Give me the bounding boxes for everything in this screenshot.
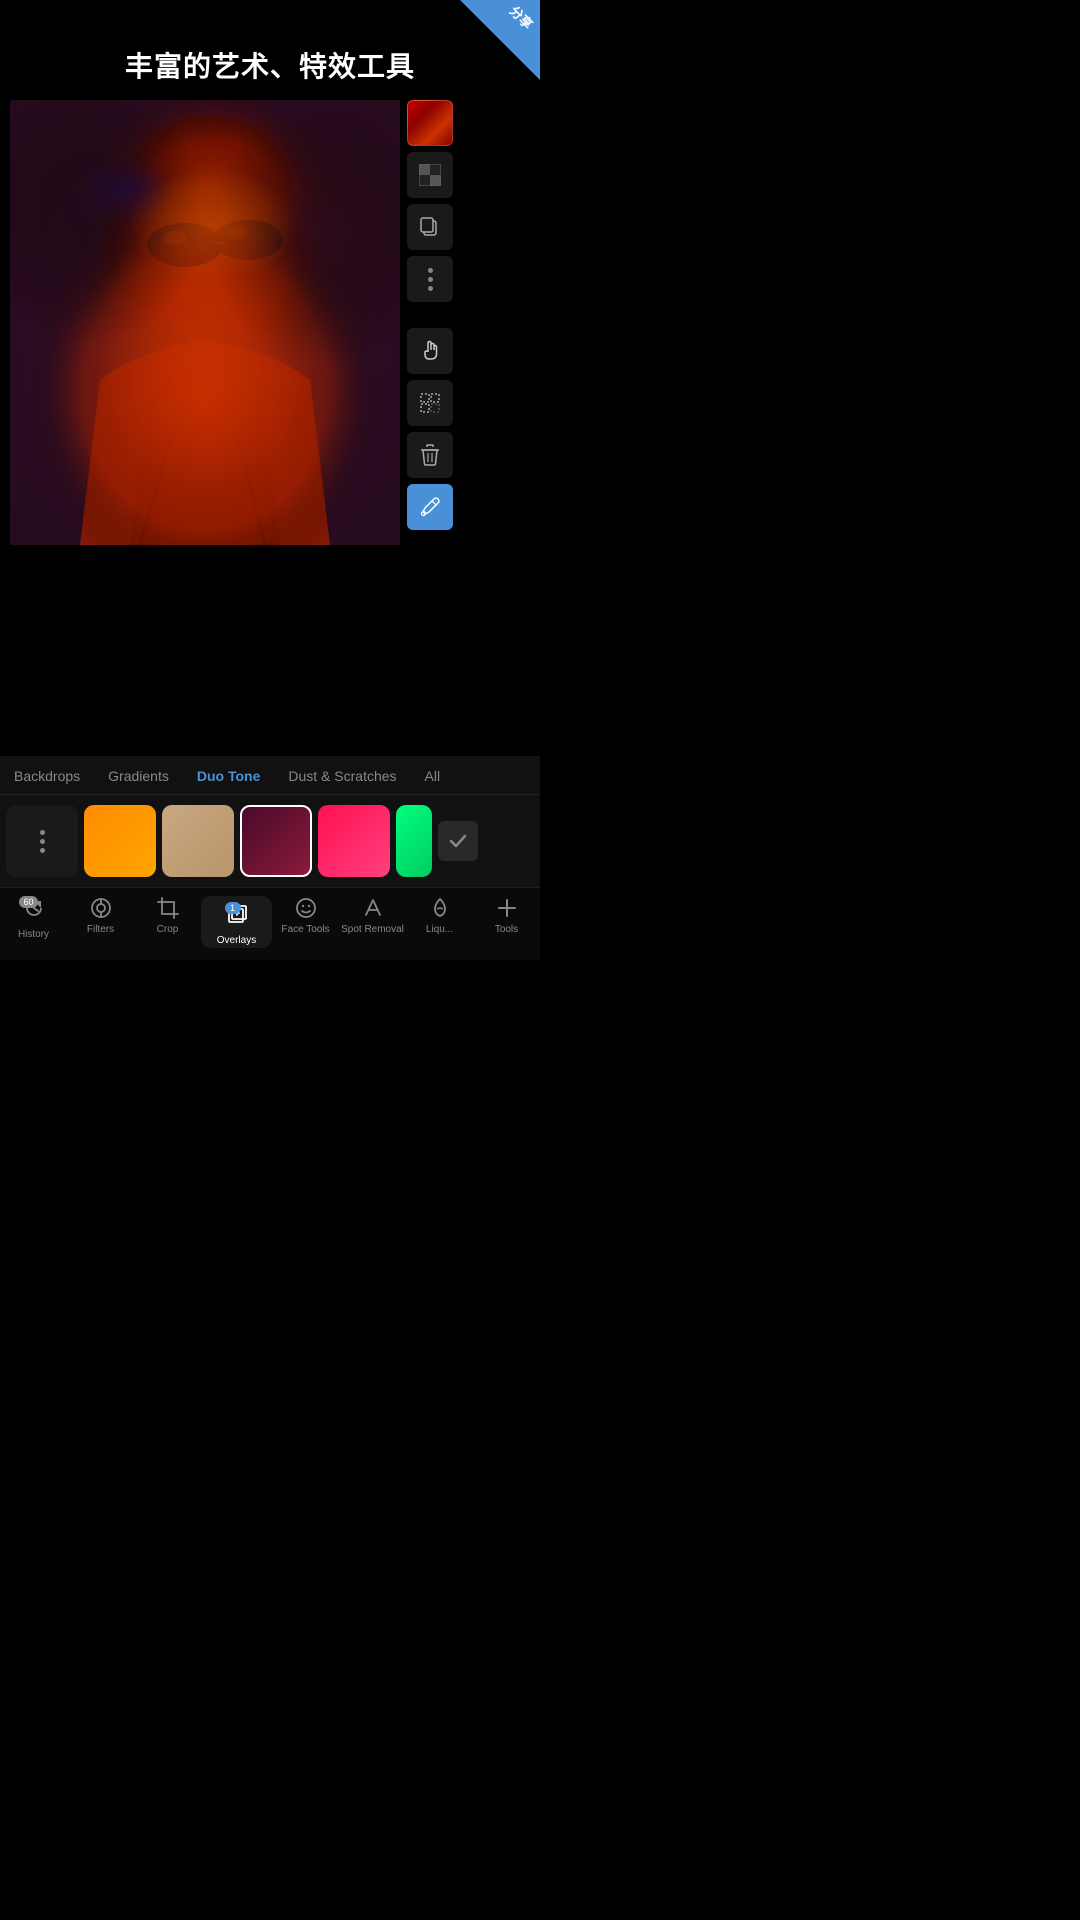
eyedropper-button[interactable] <box>407 484 453 530</box>
liquify-icon <box>428 896 452 920</box>
nav-face-tools[interactable]: Face Tools <box>272 896 339 948</box>
delete-icon <box>420 444 440 466</box>
nav-filters[interactable]: Filters <box>67 896 134 948</box>
page-title: 丰富的艺术、特效工具 <box>0 0 540 100</box>
photo-canvas[interactable] <box>10 100 400 545</box>
swatch-orange[interactable] <box>84 805 156 877</box>
tab-gradients[interactable]: Gradients <box>94 764 183 788</box>
more-dots-icon <box>428 268 433 291</box>
select-tool-button[interactable] <box>407 380 453 426</box>
nav-spot-removal[interactable]: Spot Removal <box>339 896 406 948</box>
corner-badge-text: 分享 <box>506 3 535 32</box>
tab-all[interactable]: All <box>411 764 455 788</box>
swatch-confirm-button[interactable] <box>438 821 478 861</box>
tools-plus-icon <box>495 896 519 920</box>
checker-button[interactable] <box>407 152 453 198</box>
swatch-tan[interactable] <box>162 805 234 877</box>
crop-icon <box>156 896 180 920</box>
main-editing-area <box>10 100 530 545</box>
photo-overlay <box>10 100 400 545</box>
tab-dust-scratches[interactable]: Dust & Scratches <box>274 764 410 788</box>
right-toolbar <box>400 100 455 545</box>
nav-overlays[interactable]: 1 Overlays <box>201 896 272 948</box>
nav-filters-label: Filters <box>87 924 114 935</box>
swatch-dark-red[interactable] <box>240 805 312 877</box>
nav-overlays-label: Overlays <box>217 935 256 946</box>
hand-tool-button[interactable] <box>407 328 453 374</box>
checkmark-icon <box>447 830 469 852</box>
category-tabs: Backdrops Gradients Duo Tone Dust & Scra… <box>0 756 540 795</box>
bottom-nav: 60 History Filters <box>0 887 540 960</box>
nav-tools[interactable]: Tools <box>473 896 540 948</box>
more-options-button[interactable] <box>407 256 453 302</box>
swatch-dots[interactable] <box>6 805 78 877</box>
checker-icon <box>419 164 441 186</box>
tab-duo-tone[interactable]: Duo Tone <box>183 764 275 788</box>
copy-icon <box>419 216 441 238</box>
photo-background <box>10 100 400 545</box>
nav-history-label: History <box>18 929 49 940</box>
swatch-dots-icon <box>40 830 45 853</box>
hand-icon <box>419 340 441 362</box>
copy-layer-button[interactable] <box>407 204 453 250</box>
nav-history[interactable]: 60 History <box>0 896 67 948</box>
eyedropper-icon <box>419 496 441 518</box>
color-swatch-button[interactable] <box>407 100 453 146</box>
history-badge: 60 <box>19 896 37 908</box>
nav-crop-label: Crop <box>157 924 179 935</box>
bottom-panel: Backdrops Gradients Duo Tone Dust & Scra… <box>0 756 540 960</box>
spot-removal-icon <box>361 896 385 920</box>
overlays-badge: 1 <box>225 902 241 914</box>
nav-crop[interactable]: Crop <box>134 896 201 948</box>
delete-button[interactable] <box>407 432 453 478</box>
tab-backdrops[interactable]: Backdrops <box>0 764 94 788</box>
nav-face-tools-label: Face Tools <box>281 924 329 935</box>
nav-liquify-label: Liqu... <box>426 924 453 935</box>
swatch-green-teal[interactable] <box>396 805 432 877</box>
select-icon <box>419 392 441 414</box>
nav-tools-label: Tools <box>495 924 518 935</box>
face-tools-icon <box>294 896 318 920</box>
nav-spot-removal-label: Spot Removal <box>341 924 404 935</box>
nav-liquify[interactable]: Liqu... <box>406 896 473 948</box>
swatch-pink-red[interactable] <box>318 805 390 877</box>
filters-icon <box>89 896 113 920</box>
swatches-row <box>0 795 540 887</box>
